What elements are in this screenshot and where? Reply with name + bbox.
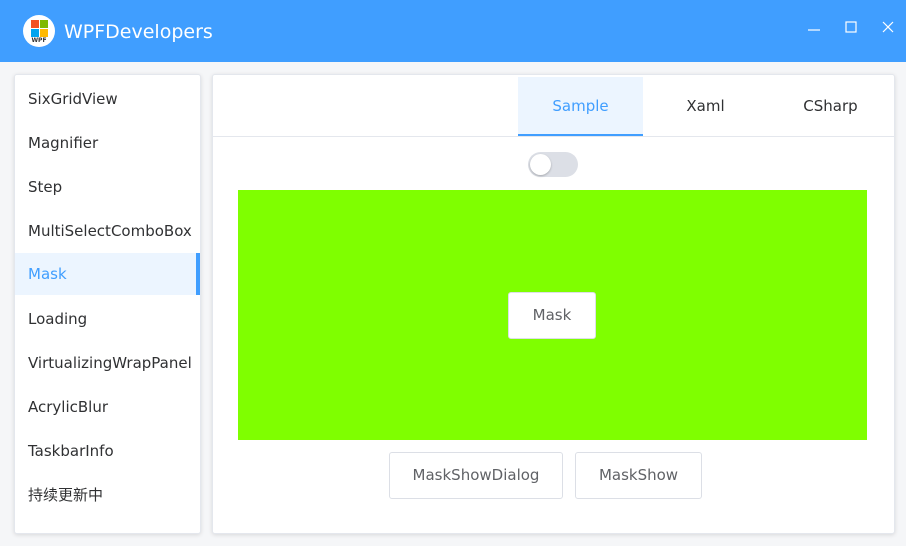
sidebar-item-updating[interactable]: 持续更新中 <box>15 474 200 516</box>
close-icon <box>882 21 894 33</box>
mask-button[interactable]: Mask <box>508 292 596 339</box>
mask-sample-panel: Mask <box>238 190 867 440</box>
sidebar-item-acrylicblur[interactable]: AcrylicBlur <box>15 386 200 428</box>
mask-show-button[interactable]: MaskShow <box>575 452 702 499</box>
minimize-icon <box>808 29 820 31</box>
tab-bar: Sample Xaml CSharp <box>213 75 894 137</box>
toggle-knob <box>530 154 551 175</box>
app-title: WPFDevelopers <box>64 21 213 43</box>
tab-csharp[interactable]: CSharp <box>768 77 893 136</box>
sidebar-item-multiselectcombobox[interactable]: MultiSelectComboBox <box>15 210 200 252</box>
title-bar: WPF WPFDevelopers <box>0 0 906 62</box>
maximize-button[interactable] <box>836 12 866 42</box>
close-button[interactable] <box>873 12 903 42</box>
sidebar-item-mask[interactable]: Mask <box>15 253 200 295</box>
mask-toggle-switch[interactable] <box>528 152 578 177</box>
content-panel: Sample Xaml CSharp Mask MaskShowDialog M… <box>212 74 895 534</box>
sidebar-item-loading[interactable]: Loading <box>15 298 200 340</box>
logo-text: WPF <box>31 37 47 44</box>
sidebar-item-virtualizingwrappanel[interactable]: VirtualizingWrapPanel <box>15 342 200 384</box>
mask-show-dialog-button[interactable]: MaskShowDialog <box>389 452 563 499</box>
sidebar-item-taskbarinfo[interactable]: TaskbarInfo <box>15 430 200 472</box>
maximize-icon <box>845 21 857 33</box>
sidebar-item-sixgridview[interactable]: SixGridView <box>15 78 200 120</box>
sidebar-item-magnifier[interactable]: Magnifier <box>15 122 200 164</box>
tab-sample[interactable]: Sample <box>518 77 643 136</box>
minimize-button[interactable] <box>799 12 829 42</box>
sidebar-item-step[interactable]: Step <box>15 166 200 208</box>
tab-xaml[interactable]: Xaml <box>643 77 768 136</box>
app-logo-icon: WPF <box>23 15 55 47</box>
sidebar: SixGridView Magnifier Step MultiSelectCo… <box>14 74 201 534</box>
